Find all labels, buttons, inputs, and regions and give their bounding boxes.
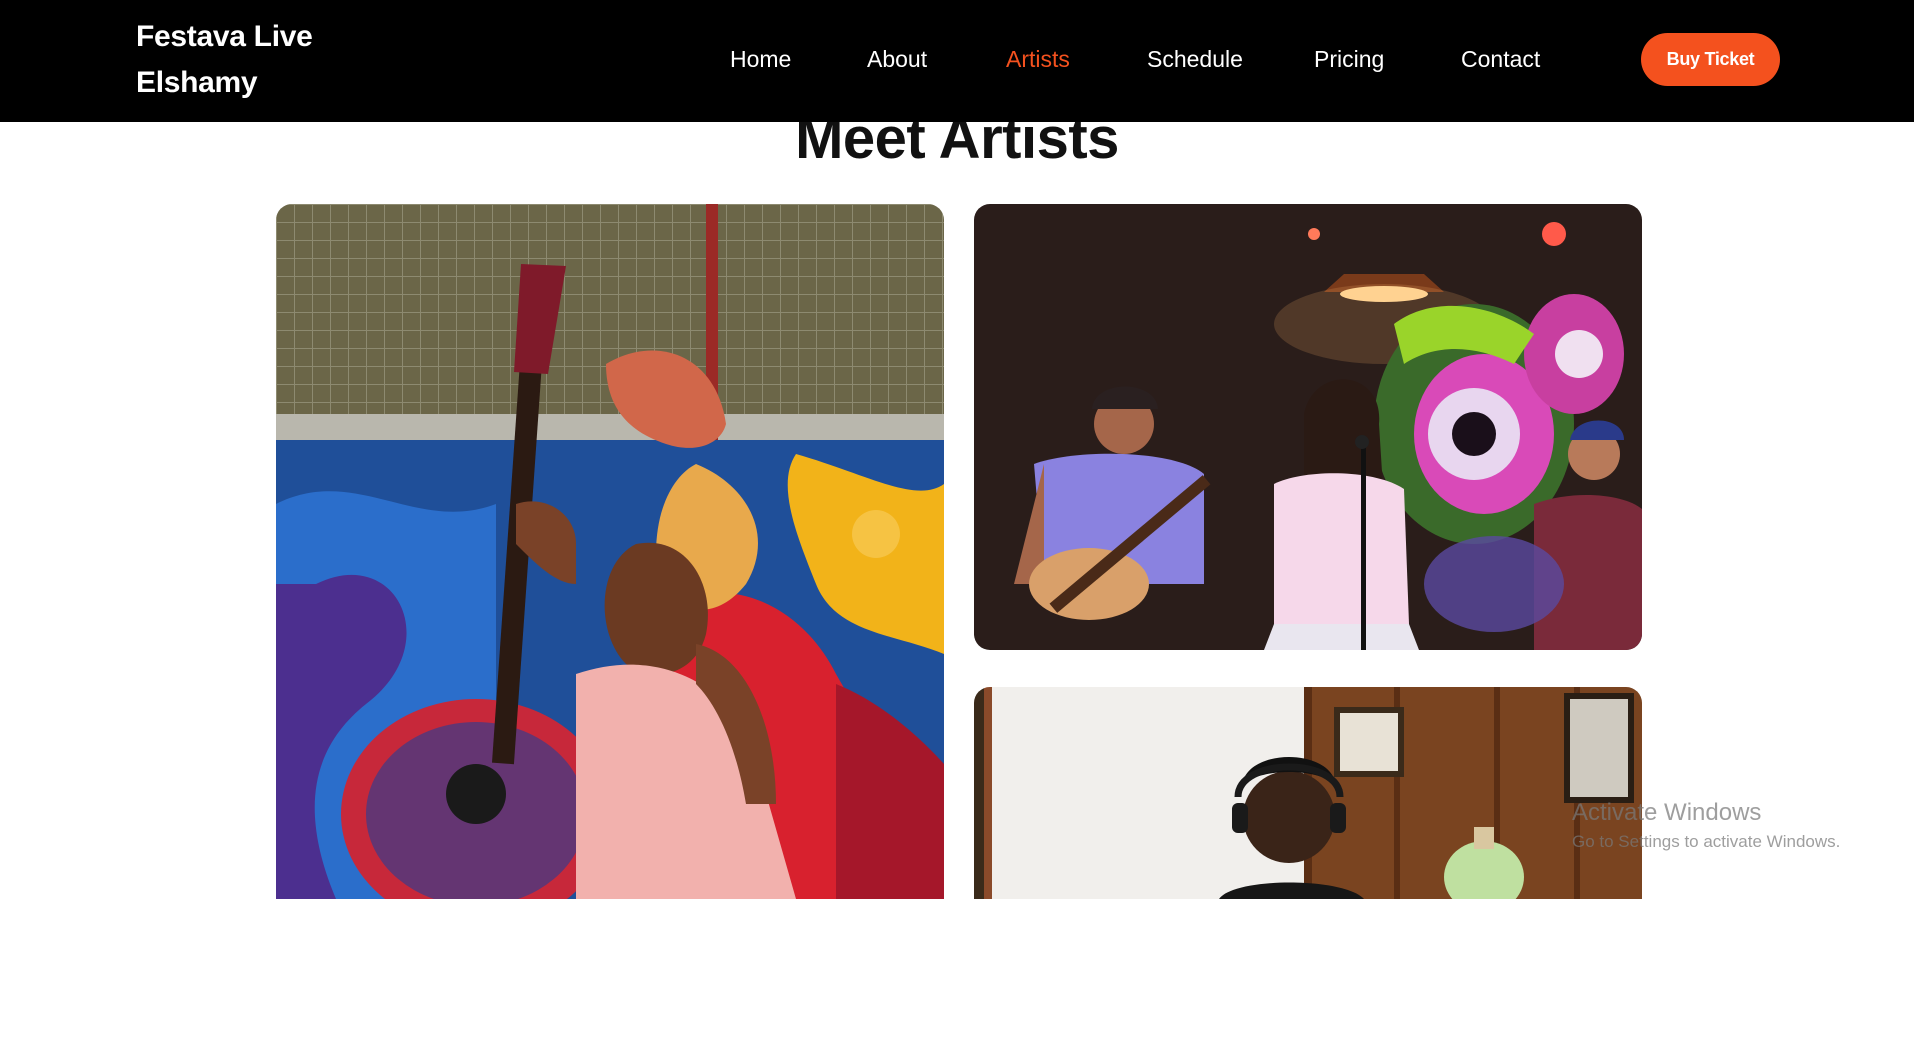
- top-navbar: Festava Live Elshamy Home About Artists …: [0, 0, 1914, 122]
- nav-link-pricing[interactable]: Pricing: [1314, 44, 1384, 74]
- nav-link-artists[interactable]: Artists: [1006, 44, 1070, 74]
- activate-windows-watermark: Activate Windows Go to Settings to activ…: [1572, 796, 1840, 854]
- artist-photo-guitarist: [276, 204, 944, 899]
- watermark-title: Activate Windows: [1572, 799, 1762, 826]
- artist-card-guitarist[interactable]: [276, 204, 944, 899]
- artist-photo-band: [974, 204, 1642, 650]
- artist-card-producer[interactable]: [974, 687, 1642, 899]
- nav-link-about[interactable]: About: [867, 44, 927, 74]
- nav-link-home[interactable]: Home: [730, 44, 791, 74]
- nav-link-contact[interactable]: Contact: [1461, 44, 1540, 74]
- brand-line-2: Elshamy: [136, 66, 258, 99]
- brand-line-1: Festava Live: [136, 20, 313, 53]
- artist-card-band[interactable]: [974, 204, 1642, 650]
- watermark-subtitle: Go to Settings to activate Windows.: [1572, 832, 1841, 851]
- brand-logo[interactable]: Festava Live Elshamy: [136, 14, 376, 106]
- buy-ticket-button[interactable]: Buy Ticket: [1641, 33, 1780, 86]
- nav-link-schedule[interactable]: Schedule: [1147, 44, 1243, 74]
- artist-photo-producer: [974, 687, 1642, 899]
